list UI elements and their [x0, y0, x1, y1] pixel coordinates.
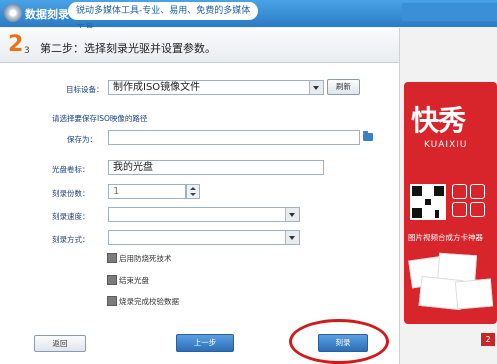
- copies-input[interactable]: 1: [108, 184, 186, 199]
- page-badge: 2: [481, 333, 495, 346]
- folder-icon[interactable]: [363, 131, 373, 141]
- chevron-down-icon[interactable]: [285, 231, 299, 244]
- step-total: 3: [24, 46, 30, 56]
- chevron-down-icon[interactable]: [309, 81, 323, 94]
- app-title: 数据刻录: [25, 8, 69, 21]
- back-button[interactable]: 返回: [34, 335, 86, 352]
- mode-select[interactable]: [108, 230, 300, 245]
- copies-stepper[interactable]: [186, 184, 200, 199]
- speed-label: 刻录速度：: [52, 212, 90, 221]
- title-bar: 数据刻录 锐动多媒体工具-专业、易用、免费的多媒体工具: [0, 0, 497, 34]
- step-number: 2: [8, 32, 24, 57]
- tagline: 锐动多媒体工具-专业、易用、免费的多媒体工具: [68, 2, 258, 34]
- target-device-label: 目标设备：: [66, 85, 104, 94]
- feature-icons: [452, 184, 492, 224]
- disc-icon: [4, 4, 22, 22]
- ad-slogan: 图片视频合成方卡神器: [408, 233, 483, 242]
- verify-checkbox[interactable]: [107, 296, 117, 306]
- burnproof-label: 启用防烧死技术: [119, 254, 172, 263]
- chevron-down-icon[interactable]: [285, 208, 299, 221]
- ad-logo: 快秀: [411, 104, 466, 137]
- finalize-checkbox[interactable]: [107, 275, 117, 285]
- prev-step-button[interactable]: 上一步: [176, 334, 234, 352]
- step-title: 第二步：选择刻录光驱并设置参数。: [40, 42, 216, 55]
- copies-label: 刻录份数：: [52, 189, 90, 198]
- save-path-hint: 请选择要保存ISO映像的路径: [52, 114, 148, 123]
- save-as-label: 保存为：: [67, 135, 97, 144]
- qr-code-icon: [410, 184, 446, 220]
- target-device-value: 制作成ISO镜像文件: [113, 82, 201, 93]
- speed-select[interactable]: [108, 207, 300, 222]
- ad-subtitle: KUAIXIU: [424, 140, 468, 150]
- step-header: 2 3 第二步：选择刻录光驱并设置参数。: [0, 30, 399, 63]
- verify-label: 烧录完成校验数据: [119, 297, 179, 306]
- top-right-area: [402, 3, 497, 21]
- ad-banner[interactable]: 快秀 KUAIXIU 图片视频合成方卡神器: [404, 82, 497, 324]
- save-as-input[interactable]: [108, 130, 360, 145]
- ad-photos: [408, 250, 494, 311]
- target-device-select[interactable]: 制作成ISO镜像文件: [108, 80, 324, 95]
- highlight-circle: [289, 319, 389, 364]
- finalize-label: 结束光盘: [119, 276, 149, 285]
- mode-label: 刻录方式：: [52, 235, 90, 244]
- disc-label-label: 光盘卷标：: [52, 165, 90, 174]
- disc-label-input[interactable]: 我的光盘: [108, 160, 324, 175]
- refresh-button[interactable]: 刷新: [327, 79, 360, 95]
- burnproof-checkbox[interactable]: [107, 253, 117, 263]
